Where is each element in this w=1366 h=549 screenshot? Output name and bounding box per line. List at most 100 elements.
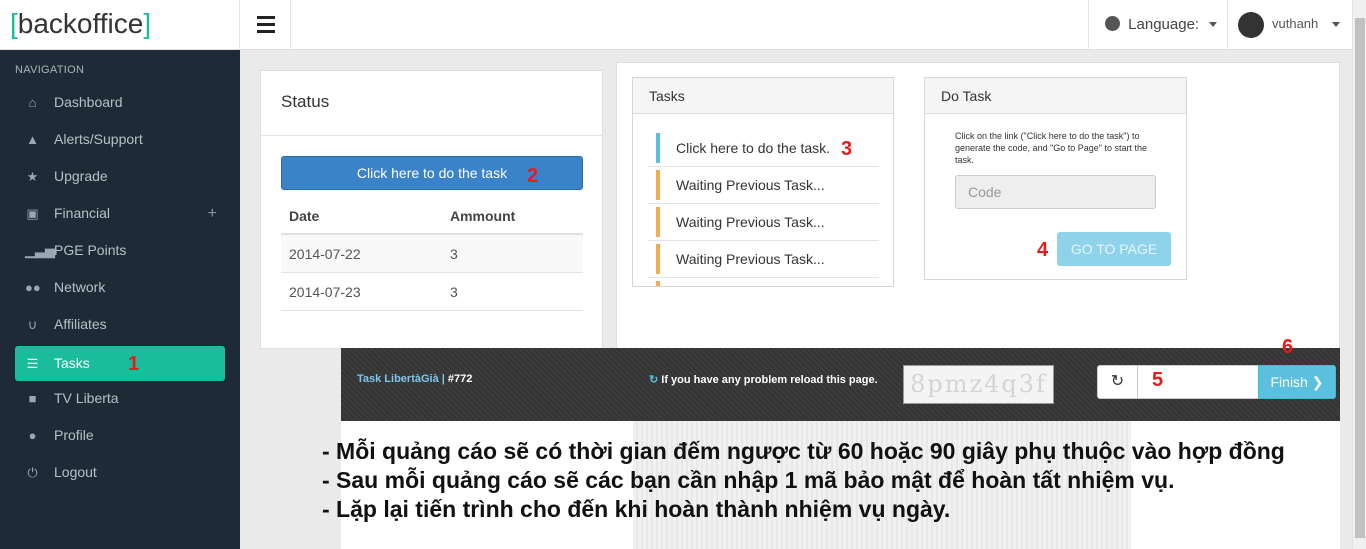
page-scrollbar[interactable] [1352,0,1366,549]
task-toolbar: Task LibertàGià | #772 ↻ If you have any… [341,336,1340,421]
video-icon: ■ [28,391,37,406]
task-title: Task LibertàGià | #772 [357,373,472,385]
caret-down-icon [1209,22,1218,27]
sidebar-item-logout[interactable]: ⏻ Logout [15,455,225,490]
task-status-bar [656,207,660,237]
sidebar-item-pge-points[interactable]: ▁▃▅ PGE Points [15,233,225,268]
sidebar-item-label: Alerts/Support [54,131,143,147]
sidebar-item-tv-liberta[interactable]: ■ TV Liberta [15,381,225,416]
logo-bracket-right: ] [143,8,152,39]
sidebar-item-upgrade[interactable]: ★ Upgrade [15,159,225,194]
sidebar-item-label: Upgrade [54,168,108,184]
captcha-image: 8pmz4q3f [903,365,1054,404]
logo[interactable]: [backoffice] [0,0,240,50]
code-input[interactable]: Code [955,175,1156,209]
column-header-date: Date [289,208,320,224]
sidebar-item-label: Financial [54,205,111,221]
user-icon: ● [28,428,37,443]
sidebar-item-label: Tasks [54,355,90,371]
task-item-label: Waiting Previous Task... [676,177,825,193]
signal-icon: ▁▃▅ [25,243,55,258]
magnet-icon: ∪ [27,317,38,332]
note-line: - Sau mỗi quảng cáo sẽ các bạn cần nhập … [322,467,1175,493]
sidebar-item-affiliates[interactable]: ∪ Affiliates [15,307,225,342]
table-row: 2014-07-22 3 [281,235,583,273]
sidebar-item-tasks[interactable]: ☰ Tasks 1 [15,346,225,381]
hamburger-icon-line [257,23,275,26]
nav-title: NAVIGATION [15,64,85,76]
logo-text: backoffice [17,8,144,39]
table-cell-date: 2014-07-23 [289,284,361,300]
annotation-1: 1 [128,353,140,375]
note-line: - Lặp lại tiến trình cho đến khi hoàn th… [322,496,951,522]
sidebar-item-network[interactable]: ●● Network [15,270,225,305]
finish-button-label: Finish [1270,374,1308,390]
task-title-label: Task LibertàGià | [357,373,445,385]
expand-plus-icon[interactable]: + [208,196,217,231]
do-task-instructions: Click on the link ("Click here to do the… [955,131,1148,165]
captcha-input[interactable]: 5 [1137,365,1259,399]
table-header-row: Date Ammount [281,197,583,235]
sidebar-item-alerts-support[interactable]: ▲ Alerts/Support [15,122,225,157]
reload-hint-text: If you have any problem reload this page… [661,374,878,386]
task-item-label: Waiting Previous Task... [676,251,825,267]
tasks-icon: ☰ [26,356,39,371]
table-cell-date: 2014-07-22 [289,246,361,262]
table-cell-amount: 3 [450,246,458,262]
sidebar-item-label: Profile [54,427,94,443]
sidebar-item-label: Network [54,279,106,295]
task-item-active[interactable]: Click here to do the task. 3 [648,130,879,167]
top-bar: [backoffice] Language: vuthanh [0,0,1352,50]
sidebar-item-label: PGE Points [54,242,127,258]
table-cell-amount: 3 [450,284,458,300]
caret-down-icon [1332,22,1340,27]
sidebar-item-label: Affiliates [54,316,107,332]
annotation-5: 5 [1152,369,1164,391]
chevron-right-icon: ❯ [1311,374,1324,390]
task-item: Waiting Previous Task... [648,241,879,278]
status-title: Status [261,71,602,136]
annotation-4: 4 [1037,239,1049,261]
globe-icon [1105,16,1120,31]
status-table: Date Ammount 2014-07-22 3 2014-07-23 3 [281,197,583,311]
instruction-notes: - Mỗi quảng cáo sẽ có thời gian đếm ngượ… [322,437,1285,524]
sidebar-item-profile[interactable]: ● Profile [15,418,225,453]
table-row: 2014-07-23 3 [281,273,583,311]
sidebar: NAVIGATION ⌂ Dashboard ▲ Alerts/Support ★ U… [0,50,240,549]
refresh-captcha-button[interactable]: ↻ [1097,365,1138,399]
finish-button[interactable]: Finish ❯ [1258,365,1336,399]
annotation-2: 2 [527,165,539,187]
language-label: Language: [1128,16,1200,33]
reload-hint: ↻ If you have any problem reload this pa… [649,373,878,386]
task-status-bar [656,281,660,286]
sidebar-item-dashboard[interactable]: ⌂ Dashboard [15,85,225,120]
tasks-box: Tasks Click here to do the task. 3 Waiti… [632,77,894,287]
refresh-icon: ↻ [1110,373,1125,390]
task-item: Waiting Previous Task... [648,167,879,204]
home-icon: ⌂ [28,95,37,110]
task-number: #772 [447,373,473,385]
go-to-page-button[interactable]: GO TO PAGE [1057,232,1171,266]
power-icon: ⏻ [27,465,38,480]
money-icon: ▣ [26,206,39,221]
avatar [1238,12,1264,38]
users-icon: ●● [25,280,41,295]
column-header-amount: Ammount [450,208,516,224]
language-dropdown[interactable]: Language: [1088,0,1228,50]
sidebar-item-label: Dashboard [54,94,123,110]
task-item-label: Click here to do the task. [676,140,831,156]
scrollbar-thumb[interactable] [1355,18,1365,538]
sidebar-item-financial[interactable]: ▣ Financial + [15,196,225,231]
do-task-box: Do Task Click on the link ("Click here t… [924,77,1187,280]
refresh-icon: ↻ [649,374,659,386]
do-task-button-label: Click here to do the task [356,165,508,181]
note-line: - Mỗi quảng cáo sẽ có thời gian đếm ngượ… [322,438,1285,464]
hamburger-icon [257,16,275,19]
do-task-title: Do Task [925,78,1186,114]
task-status-bar [656,170,660,200]
menu-toggle-button[interactable] [241,0,291,50]
annotation-3: 3 [841,138,853,160]
logo-bracket-left: [ [10,8,18,39]
sidebar-item-label: Logout [54,464,97,480]
task-item [648,278,879,286]
